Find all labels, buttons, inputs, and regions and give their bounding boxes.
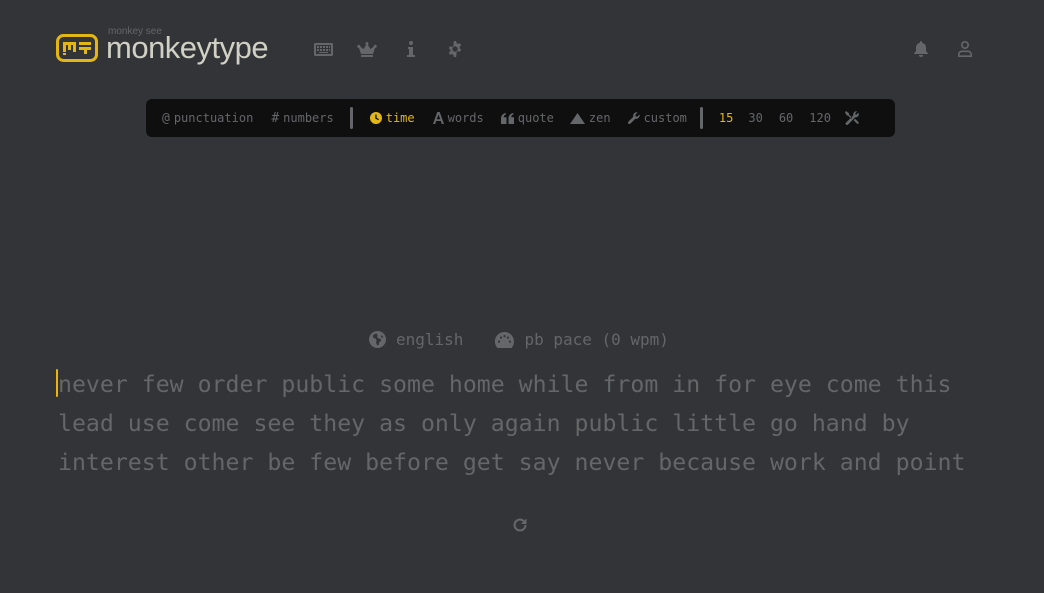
- logo-title: monkeytype: [106, 30, 269, 65]
- clock-icon: [369, 112, 382, 124]
- language-label: english: [396, 330, 464, 349]
- mode-words[interactable]: words: [432, 111, 484, 125]
- quote-icon: [500, 112, 514, 124]
- words-line: lead use come see they as only again pub…: [58, 410, 910, 437]
- words-line: interest other be few before get say nev…: [58, 449, 966, 476]
- hash-icon: #: [271, 110, 280, 126]
- wrench-icon: [627, 112, 640, 124]
- bell-icon[interactable]: [910, 40, 932, 58]
- logo-tagline: monkey see: [108, 26, 162, 37]
- words-area[interactable]: never few order public some home while f…: [58, 365, 998, 482]
- duration-60[interactable]: 60: [779, 111, 793, 125]
- mode-zen[interactable]: zen: [569, 111, 611, 125]
- mode-label: custom: [643, 111, 687, 125]
- divider: [349, 107, 353, 129]
- font-icon: [432, 112, 444, 124]
- gear-icon[interactable]: [444, 40, 466, 58]
- punctuation-label: punctuation: [173, 111, 254, 125]
- pace-indicator[interactable]: pb pace (0 wpm): [495, 330, 669, 349]
- numbers-label: numbers: [283, 111, 334, 125]
- header: monkey see monkeytype: [56, 24, 988, 74]
- words-line: never few order public some home while f…: [58, 371, 952, 398]
- mode-label: zen: [588, 111, 611, 125]
- duration-30[interactable]: 30: [748, 111, 762, 125]
- duration-15[interactable]: 15: [719, 111, 733, 125]
- test-config-bar: @ punctuation # numbers time words quote…: [146, 99, 895, 137]
- keyboard-icon[interactable]: [312, 40, 334, 58]
- tools-icon: [844, 111, 859, 125]
- mode-label: time: [385, 111, 415, 125]
- numbers-toggle[interactable]: # numbers: [271, 111, 333, 126]
- duration-120[interactable]: 120: [809, 111, 831, 125]
- info-icon[interactable]: [400, 40, 422, 58]
- mode-quote[interactable]: quote: [500, 111, 554, 125]
- pace-label: pb pace (0 wpm): [524, 330, 669, 349]
- gauge-icon: [495, 331, 515, 348]
- logo-icon: [56, 34, 98, 62]
- mode-time[interactable]: time: [369, 111, 415, 125]
- punctuation-toggle[interactable]: @ punctuation: [162, 111, 253, 126]
- mode-custom[interactable]: custom: [627, 111, 687, 125]
- language-button[interactable]: english: [369, 330, 463, 349]
- at-icon: @: [162, 110, 170, 126]
- divider: [699, 107, 703, 129]
- restart-button[interactable]: [510, 515, 530, 535]
- mountain-icon: [569, 112, 585, 124]
- test-info: english pb pace (0 wpm): [369, 330, 669, 349]
- restart-icon: [513, 518, 527, 532]
- user-icon[interactable]: [954, 40, 976, 58]
- mode-label: words: [447, 111, 484, 125]
- logo[interactable]: monkey see monkeytype: [56, 26, 269, 65]
- crown-icon[interactable]: [356, 40, 378, 58]
- custom-duration-button[interactable]: [844, 111, 863, 125]
- globe-icon: [369, 331, 386, 348]
- mode-label: quote: [517, 111, 554, 125]
